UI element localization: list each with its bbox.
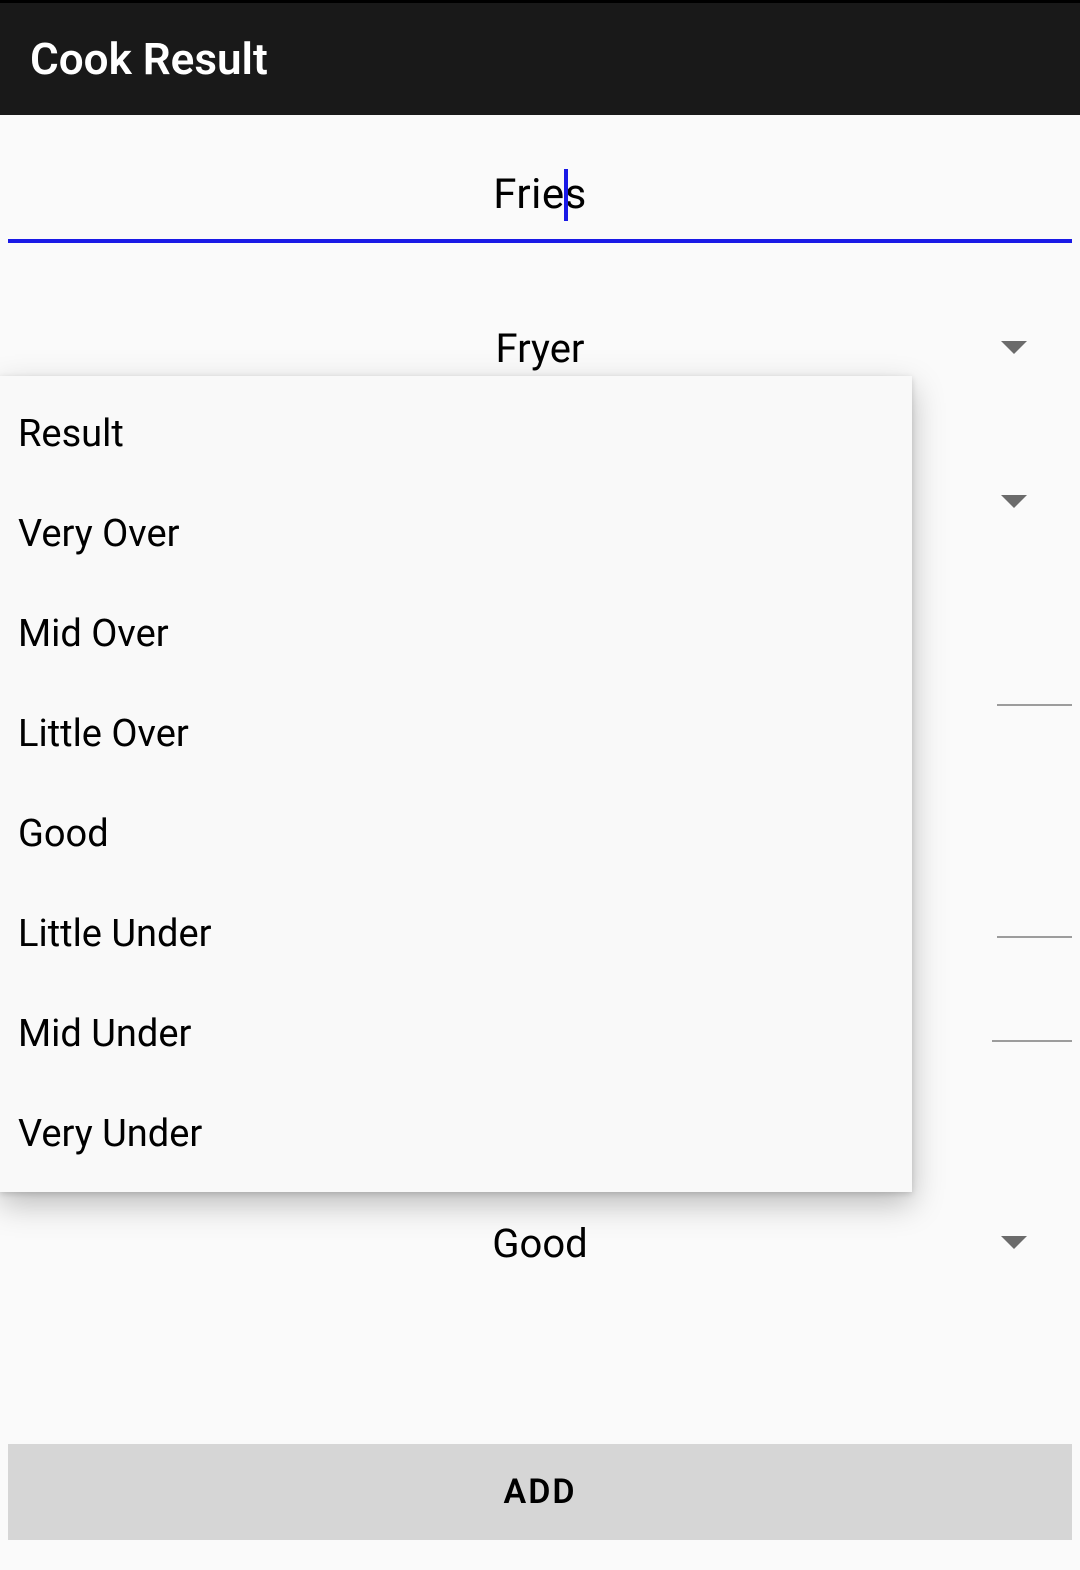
food-name-input[interactable]: Fries — [8, 123, 1072, 243]
chevron-down-icon — [1001, 495, 1027, 509]
field-underline — [997, 936, 1072, 938]
result-value: Good — [492, 1220, 587, 1267]
text-cursor — [564, 169, 568, 221]
result-dropdown-menu: Result Very Over Mid Over Little Over Go… — [0, 376, 912, 1192]
page-title: Cook Result — [30, 33, 268, 85]
dropdown-option-little-over[interactable]: Little Over — [0, 684, 912, 784]
dropdown-option-mid-under[interactable]: Mid Under — [0, 984, 912, 1084]
dropdown-option-little-under[interactable]: Little Under — [0, 884, 912, 984]
field-underline — [992, 1040, 1072, 1042]
chevron-down-icon — [1001, 1236, 1027, 1250]
chevron-down-icon — [1001, 341, 1027, 355]
cook-method-value: Fryer — [496, 325, 585, 372]
field-underline — [997, 704, 1072, 706]
dropdown-option-very-over[interactable]: Very Over — [0, 484, 912, 584]
add-button[interactable]: ADD — [8, 1444, 1072, 1540]
app-bar: Cook Result — [0, 3, 1080, 115]
dropdown-option-good[interactable]: Good — [0, 784, 912, 884]
form-content: Fries Fryer — [0, 115, 1080, 393]
food-name-value: Fries — [8, 170, 1072, 239]
result-select[interactable]: Good — [8, 1198, 1072, 1288]
dropdown-option-very-under[interactable]: Very Under — [0, 1084, 912, 1184]
dropdown-option-mid-over[interactable]: Mid Over — [0, 584, 912, 684]
dropdown-option-header[interactable]: Result — [0, 384, 912, 484]
